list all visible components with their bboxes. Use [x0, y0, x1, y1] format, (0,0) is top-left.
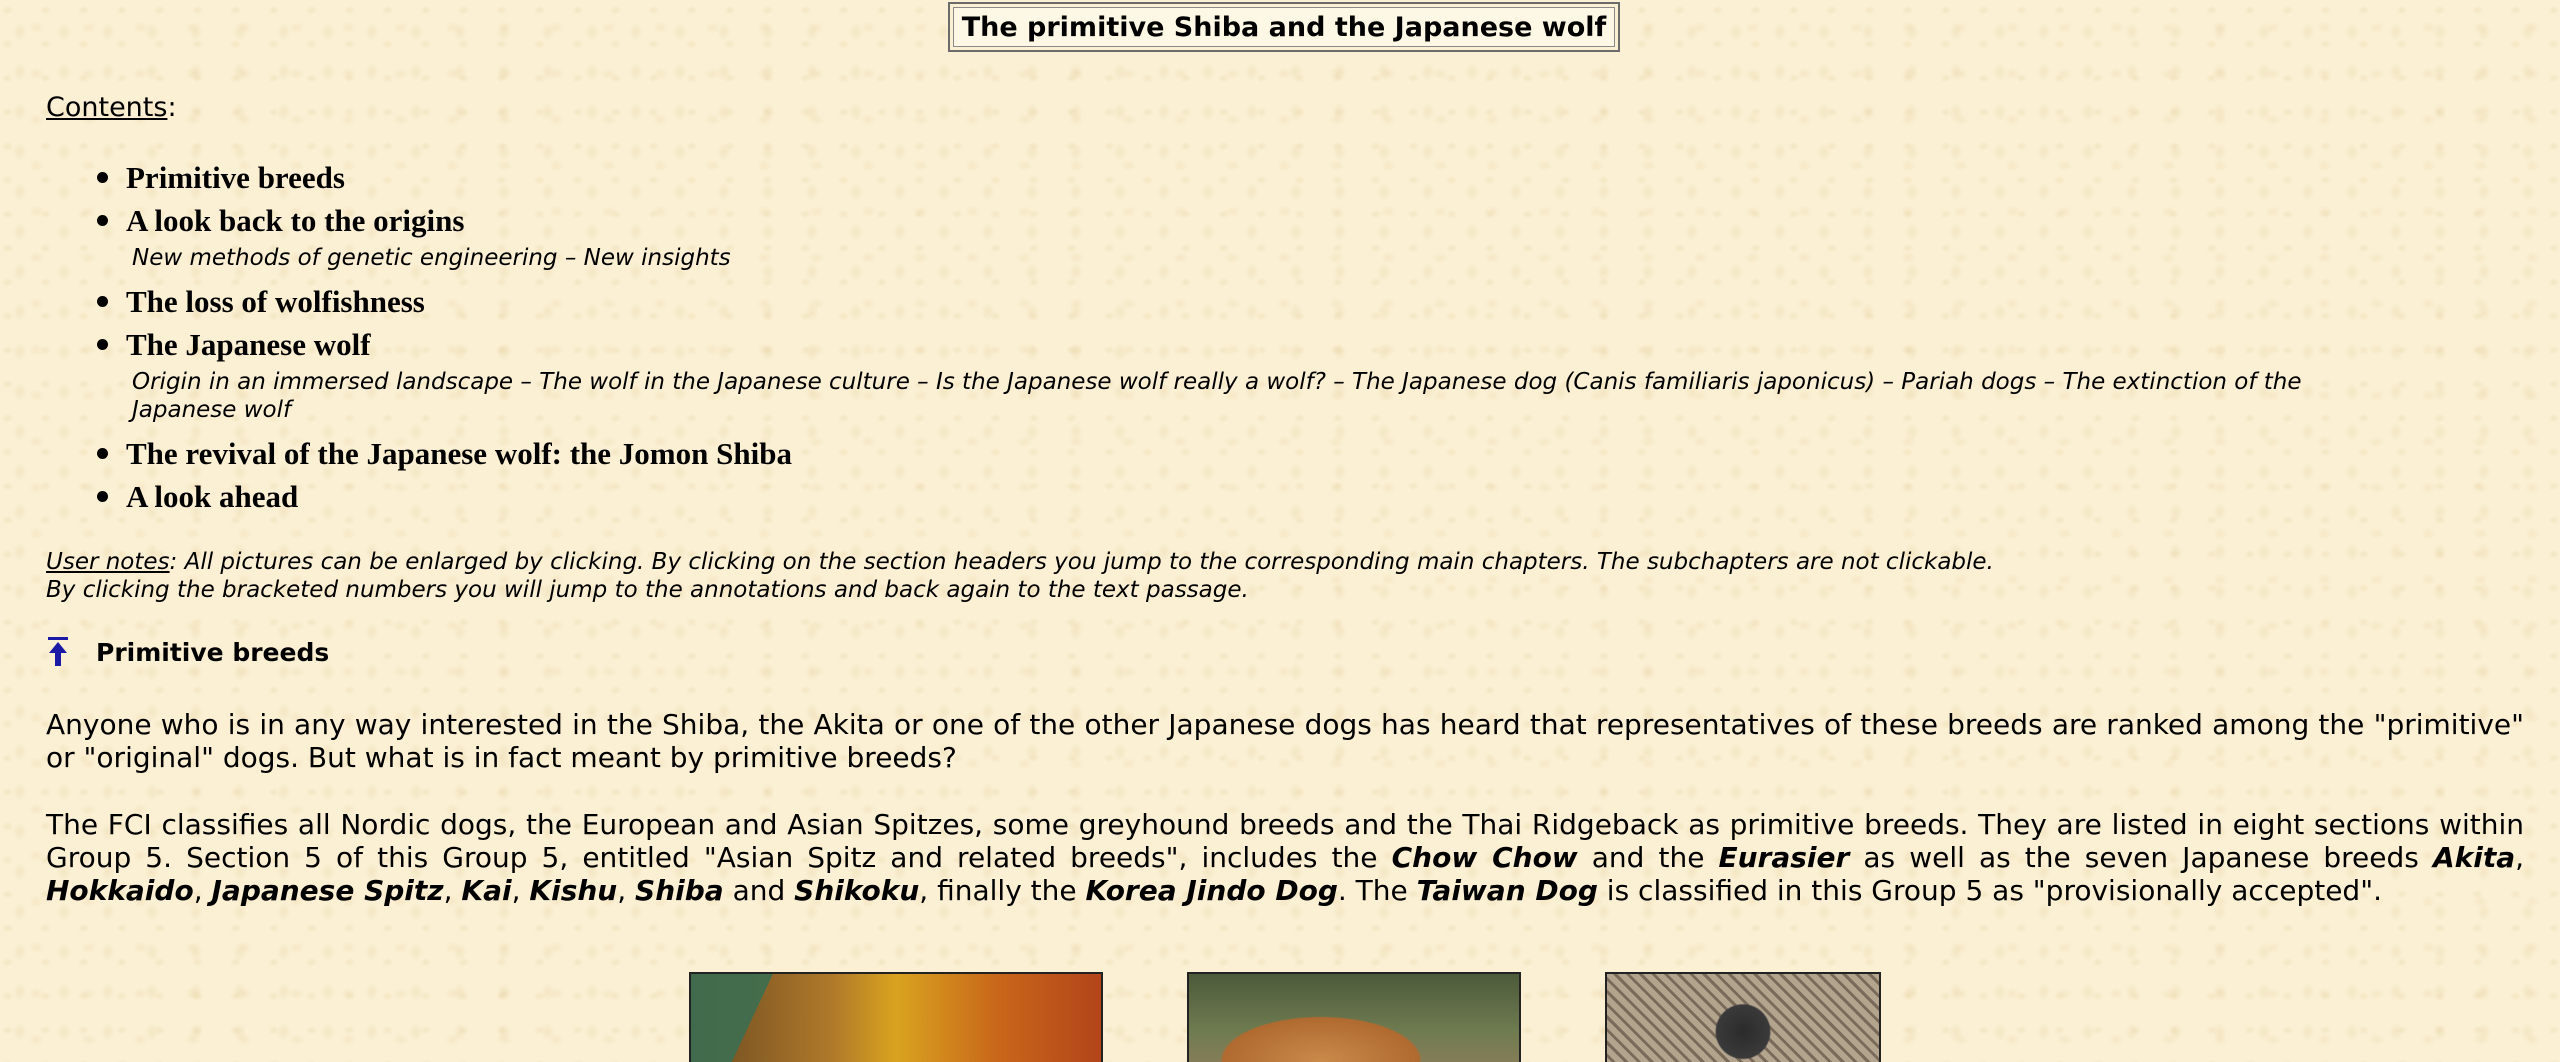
toc-item-primitive-breeds[interactable]: Primitive breeds [94, 156, 2494, 199]
user-notes: User notes: All pictures can be enlarged… [46, 548, 2506, 604]
toc-subchapters-look-back: New methods of genetic engineering – New… [132, 245, 731, 271]
toc-item-look-back[interactable]: A look back to the origins [94, 199, 2494, 242]
up-arrow-icon[interactable] [46, 636, 70, 668]
section-header-primitive-breeds: Primitive breeds [46, 636, 329, 668]
user-notes-label: User notes [46, 549, 170, 575]
breed-hokkaido: Hokkaido [46, 874, 194, 907]
breed-eurasier: Eurasier [1718, 841, 1850, 874]
bullet-icon [97, 339, 108, 350]
text-fragment: , [617, 874, 636, 907]
section-title: Primitive breeds [96, 637, 330, 667]
toc-item-label[interactable]: A look ahead [126, 479, 298, 514]
breed-kai: Kai [461, 874, 512, 907]
toc-item-revival[interactable]: The revival of the Japanese wolf: the Jo… [94, 432, 2494, 475]
text-fragment: as well as the seven Japanese breeds [1849, 841, 2433, 874]
text-fragment: . The [1337, 874, 1417, 907]
breed-chow-chow: Chow Chow [1391, 841, 1578, 874]
breed-kishu: Kishu [529, 874, 618, 907]
dog-photo-1[interactable] [689, 972, 1103, 1062]
toc-item-label[interactable]: Primitive breeds [126, 160, 345, 195]
breed-shiba: Shiba [635, 874, 724, 907]
text-fragment: , [2515, 841, 2525, 874]
text-fragment: , [443, 874, 462, 907]
text-fragment: , [193, 874, 212, 907]
toc-subchapters-japanese-wolf: Origin in an immersed landscape – The wo… [132, 369, 2302, 423]
paragraph-fci: The FCI classifies all Nordic dogs, the … [46, 808, 2524, 907]
bullet-icon [97, 491, 108, 502]
contents-label: Contents [46, 92, 168, 123]
contents-colon: : [167, 92, 177, 123]
toc-item-label[interactable]: The revival of the Japanese wolf: the Jo… [126, 436, 792, 471]
bullet-icon [97, 215, 108, 226]
toc-item-label[interactable]: The loss of wolfishness [126, 284, 425, 319]
page-title-box: The primitive Shiba and the Japanese wol… [948, 2, 1620, 52]
text-fragment: , finally the [919, 874, 1086, 907]
page-title: The primitive Shiba and the Japanese wol… [953, 7, 1615, 47]
user-notes-text-1: : All pictures can be enlarged by clicki… [169, 549, 1994, 575]
toc-item-look-ahead[interactable]: A look ahead [94, 475, 2494, 518]
dog-photo-3[interactable] [1605, 972, 1881, 1062]
toc-item-label[interactable]: The Japanese wolf [126, 327, 371, 362]
text-fragment: and [723, 874, 795, 907]
text-fragment: is classified in this Group 5 as "provis… [1597, 874, 2382, 907]
breed-korea-jindo-dog: Korea Jindo Dog [1085, 874, 1338, 907]
bullet-icon [97, 296, 108, 307]
toc-item-loss-of-wolfishness[interactable]: The loss of wolfishness [94, 280, 2494, 323]
breed-japanese-spitz: Japanese Spitz [211, 874, 444, 907]
breed-shikoku: Shikoku [794, 874, 920, 907]
breed-taiwan-dog: Taiwan Dog [1416, 874, 1598, 907]
paragraph-intro: Anyone who is in any way interested in t… [46, 708, 2524, 774]
breed-akita: Akita [2432, 841, 2516, 874]
text-fragment: , [511, 874, 530, 907]
bullet-icon [97, 448, 108, 459]
text-fragment: and the [1577, 841, 1719, 874]
user-notes-line-2: By clicking the bracketed numbers you wi… [46, 577, 1249, 603]
toc-item-japanese-wolf[interactable]: The Japanese wolf [94, 323, 2494, 366]
dog-photo-2[interactable] [1187, 972, 1521, 1062]
toc-item-label[interactable]: A look back to the origins [126, 203, 464, 238]
bullet-icon [97, 172, 108, 183]
user-notes-line-1: User notes: All pictures can be enlarged… [46, 548, 2506, 576]
table-of-contents: Primitive breeds A look back to the orig… [94, 156, 2494, 518]
contents-heading: Contents: [46, 92, 177, 123]
